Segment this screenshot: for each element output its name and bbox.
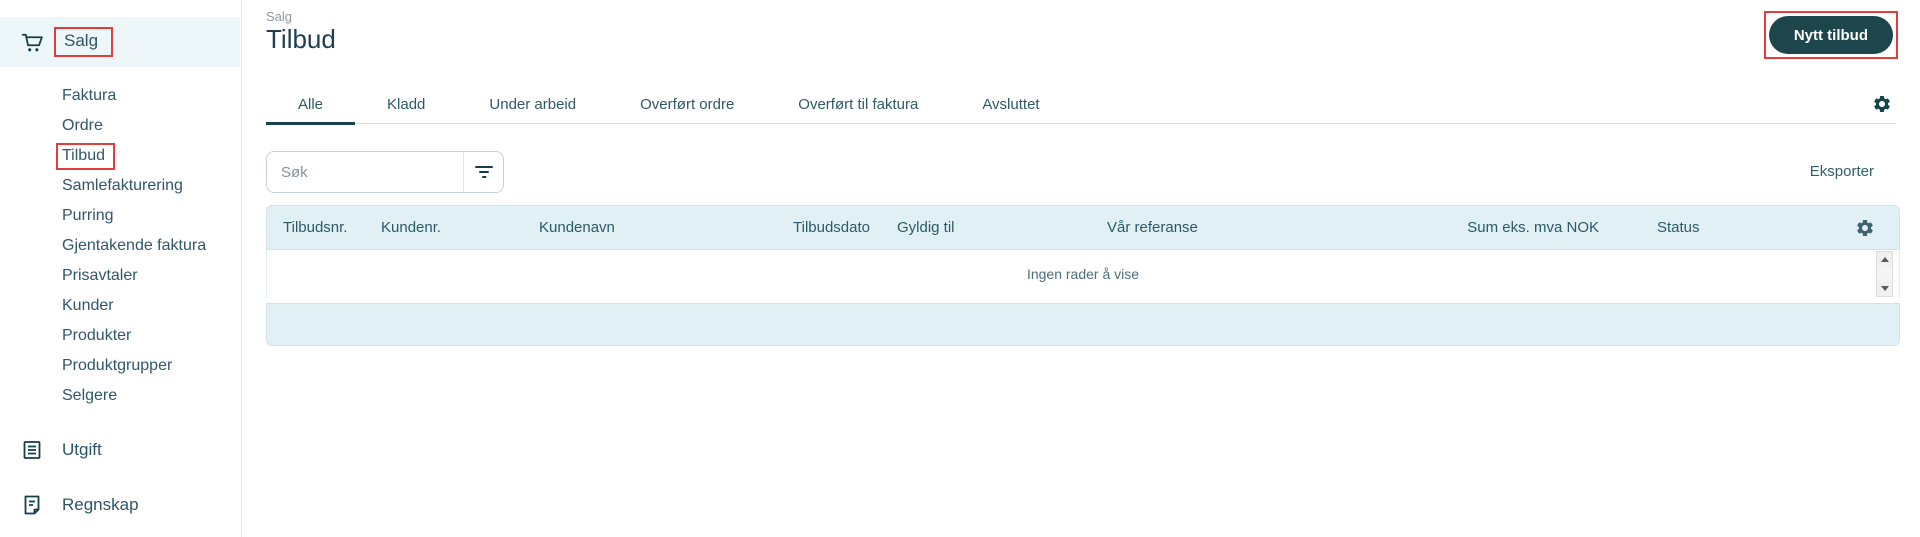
tab-avsluttet[interactable]: Avsluttet: [950, 85, 1071, 123]
scroll-up-arrow-icon[interactable]: [1877, 252, 1892, 267]
sidebar-nav-salg: Faktura Ordre Tilbud Samlefakturering Pu…: [0, 81, 241, 411]
sidebar-section-utgift[interactable]: Utgift: [0, 438, 102, 462]
table-body: Ingen rader å vise: [266, 250, 1900, 298]
tab-under-arbeid[interactable]: Under arbeid: [457, 85, 608, 123]
column-header-tilbudsnr[interactable]: Tilbudsnr.: [283, 206, 347, 249]
export-link[interactable]: Eksporter: [1810, 163, 1874, 180]
sidebar-section-utgift-label: Utgift: [62, 440, 102, 459]
offers-table: Tilbudsnr. Kundenr. Kundenavn Tilbudsdat…: [266, 205, 1900, 346]
sidebar-item-faktura[interactable]: Faktura: [0, 81, 241, 111]
filter-button[interactable]: [463, 152, 503, 192]
sidebar-item-kunder[interactable]: Kunder: [0, 291, 241, 321]
tab-alle[interactable]: Alle: [266, 85, 356, 125]
scroll-down-arrow-icon[interactable]: [1877, 281, 1892, 296]
tab-overfort-ordre[interactable]: Overført ordre: [608, 85, 766, 123]
search-input[interactable]: [267, 152, 463, 192]
column-header-gyldig-til[interactable]: Gyldig til: [897, 206, 955, 249]
expense-document-icon: [20, 438, 44, 462]
table-scrollbar[interactable]: [1876, 251, 1893, 297]
page-title: Tilbud: [266, 24, 336, 54]
sidebar-item-produktgrupper[interactable]: Produktgrupper: [0, 351, 241, 381]
sidebar-item-gjentakende-faktura[interactable]: Gjentakende faktura: [0, 231, 241, 261]
column-header-kundenavn[interactable]: Kundenavn: [539, 206, 615, 249]
tab-bar: Alle Kladd Under arbeid Overført ordre O…: [266, 85, 1896, 125]
cart-icon: [19, 29, 46, 56]
sidebar: Salg Faktura Ordre Tilbud Samlefaktureri…: [0, 0, 242, 537]
column-header-tilbudsdato[interactable]: Tilbudsdato: [793, 206, 870, 249]
sidebar-item-produkter[interactable]: Produkter: [0, 321, 241, 351]
column-header-var-referanse[interactable]: Vår referanse: [1107, 206, 1198, 249]
filter-icon: [474, 164, 494, 180]
column-header-kundenr[interactable]: Kundenr.: [381, 206, 441, 249]
sidebar-item-ordre[interactable]: Ordre: [0, 111, 241, 141]
column-header-status[interactable]: Status: [1657, 206, 1700, 249]
sidebar-section-salg[interactable]: Salg: [0, 17, 240, 67]
column-header-sum-eks-mva[interactable]: Sum eks. mva NOK: [1467, 206, 1599, 249]
sidebar-item-selgere[interactable]: Selgere: [0, 381, 241, 411]
sidebar-item-tilbud-label: Tilbud: [62, 147, 105, 164]
sidebar-item-prisavtaler[interactable]: Prisavtaler: [0, 261, 241, 291]
tab-overfort-til-faktura[interactable]: Overført til faktura: [766, 85, 950, 123]
sidebar-item-samlefakturering[interactable]: Samlefakturering: [0, 171, 241, 201]
annotation-box-salg: Salg: [54, 27, 114, 57]
main-content: Salg Tilbud Nytt tilbud Alle Kladd Under…: [242, 0, 1920, 537]
table-footer-band: [266, 303, 1900, 346]
annotation-box-new-offer: Nytt tilbud: [1763, 11, 1898, 59]
new-offer-button[interactable]: Nytt tilbud: [1768, 16, 1893, 54]
table-header-row: Tilbudsnr. Kundenr. Kundenavn Tilbudsdat…: [266, 205, 1900, 250]
sidebar-section-salg-label: Salg: [64, 31, 99, 50]
empty-state-message: Ingen rader å vise: [1026, 266, 1140, 282]
annotation-box-tilbud: Tilbud: [56, 143, 115, 170]
sidebar-item-purring[interactable]: Purring: [0, 201, 241, 231]
sidebar-section-regnskap[interactable]: Regnskap: [0, 493, 139, 517]
tab-settings-gear-icon[interactable]: [1872, 94, 1892, 114]
table-settings-gear-icon[interactable]: [1855, 218, 1875, 238]
sidebar-section-regnskap-label: Regnskap: [62, 495, 139, 514]
tab-kladd[interactable]: Kladd: [355, 85, 457, 123]
ledger-icon: [20, 493, 44, 517]
search-box: [266, 151, 504, 193]
breadcrumb: Salg: [266, 9, 293, 24]
sidebar-item-tilbud[interactable]: Tilbud: [0, 141, 241, 171]
